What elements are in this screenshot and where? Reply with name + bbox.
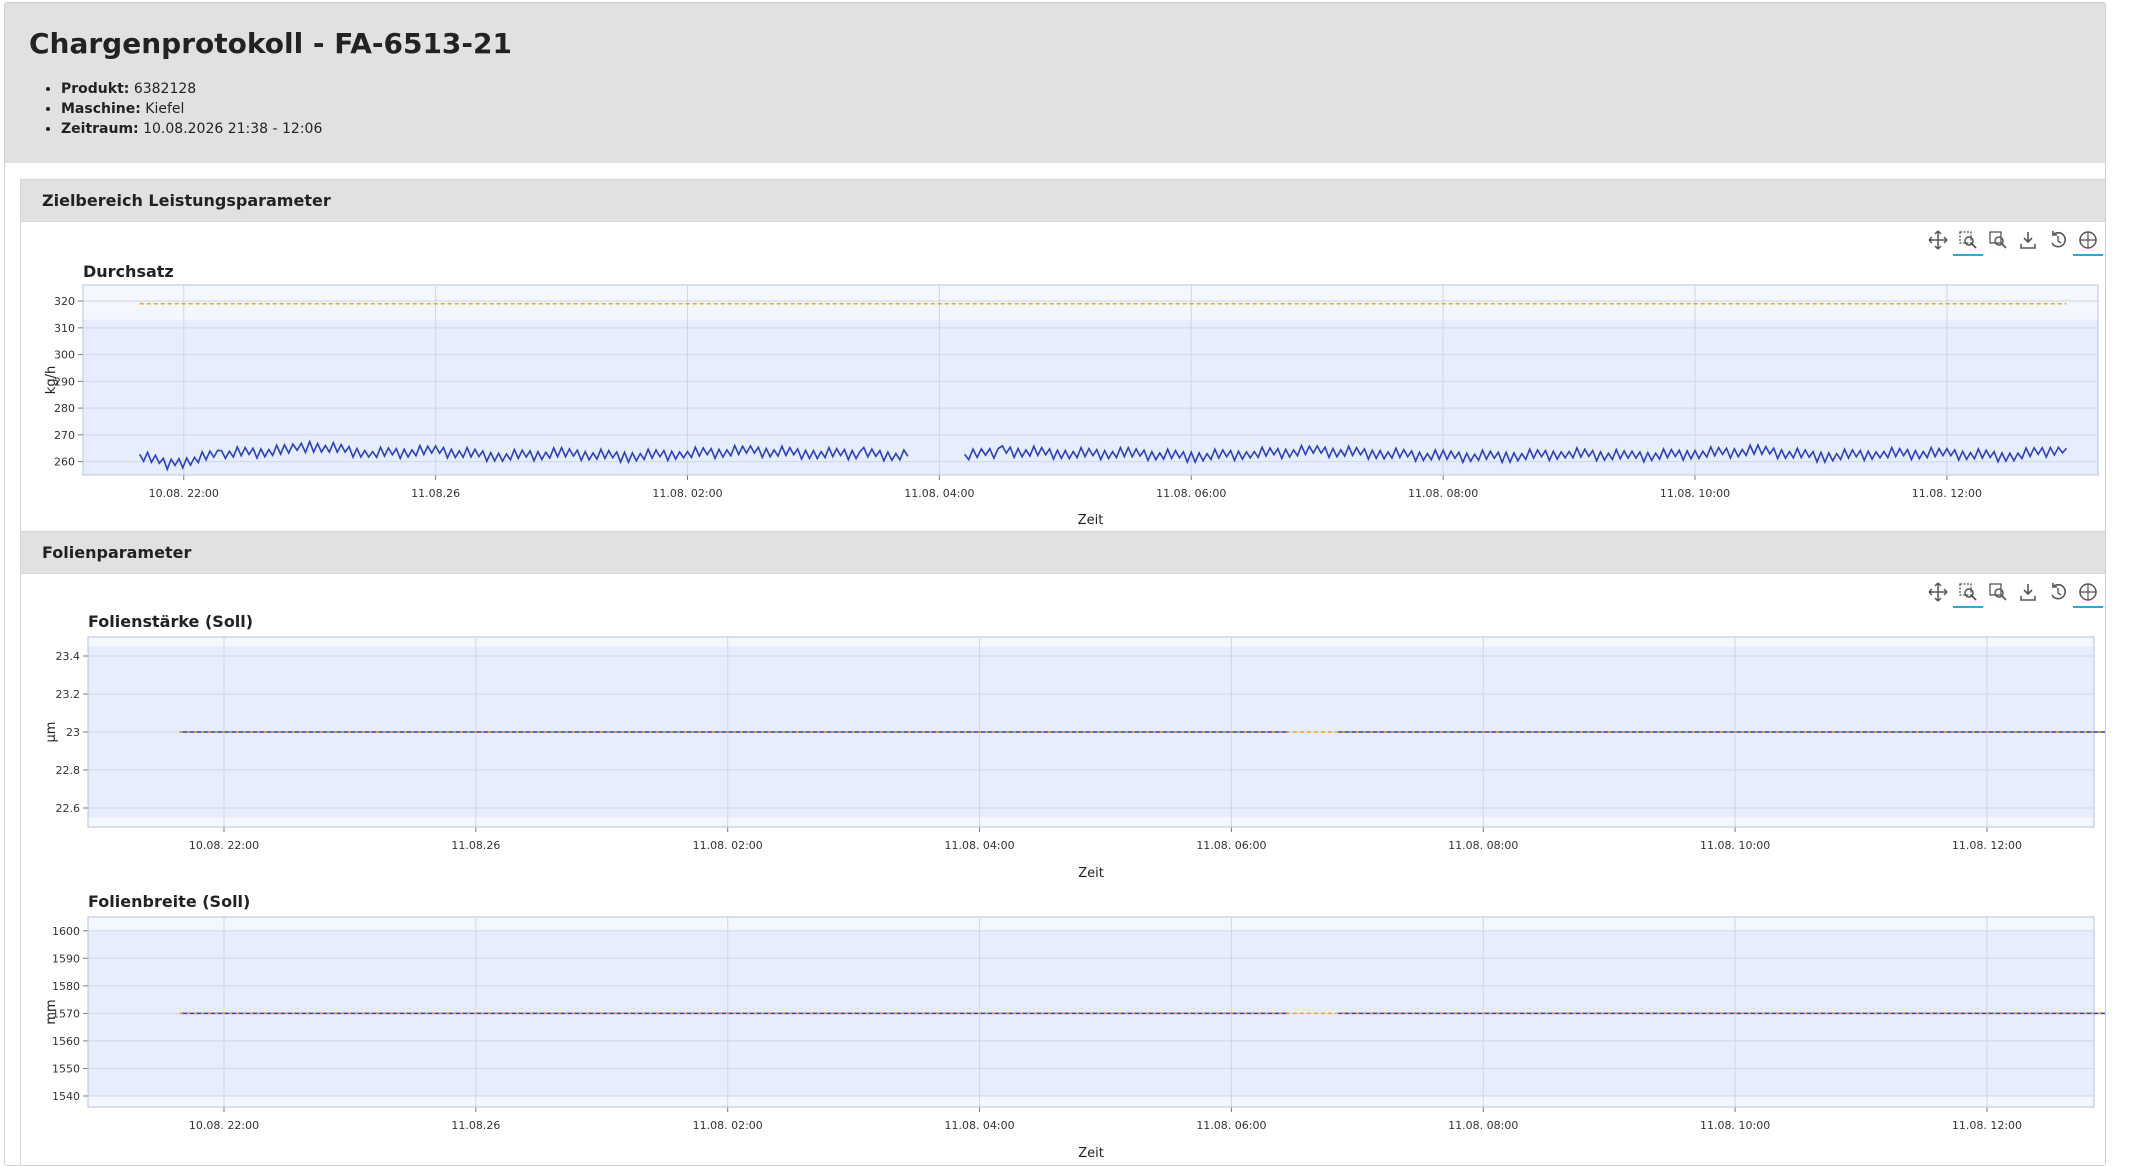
y-tick-label: 270 [54, 429, 75, 442]
band-outside [88, 637, 2094, 647]
wheel-zoom-icon[interactable] [1987, 581, 2009, 603]
chart-title: Folienbreite (Soll) [88, 892, 251, 911]
panel-header: Folienparameter [21, 532, 2105, 574]
chart-toolbar [1927, 229, 2103, 256]
y-tick-label: 1560 [52, 1035, 80, 1048]
panel-title: Zielbereich Leistungsparameter [42, 191, 331, 210]
band-outside [83, 285, 2098, 320]
y-tick-label: 1590 [52, 952, 80, 965]
reset-icon[interactable] [2047, 581, 2069, 603]
y-tick-label: 300 [54, 349, 75, 362]
hover-icon[interactable] [2073, 229, 2103, 256]
y-axis-label: mm [44, 999, 59, 1024]
chart-title: Folienstärke (Soll) [88, 612, 254, 631]
panel-folienparameter: Folienparameter Folienstärke (Soll) 10.0… [20, 531, 2105, 1165]
x-tick-label: 11.08. 10:00 [1700, 839, 1770, 852]
y-tick-label: 310 [54, 322, 75, 335]
y-tick-label: 320 [54, 295, 75, 308]
panel-leistungsparameter: Zielbereich Leistungsparameter Durchsatz… [20, 179, 2105, 533]
x-tick-label: 11.08.26 [411, 487, 460, 500]
x-axis-label: Zeit [1078, 513, 1104, 528]
chart-svg: 10.08. 22:00 11.08.26 11.08. 02:00 11.08. 0… [44, 284, 2099, 528]
x-axis-label: Zeit [1078, 866, 1104, 881]
x-tick-label: 11.08. 04:00 [944, 1119, 1014, 1132]
x-tick-label: 11.08. 02:00 [693, 839, 763, 852]
band-outside [88, 817, 2094, 827]
meta-item-produkt: Produkt: 6382128 [61, 79, 322, 99]
report-meta-list: Produkt: 6382128 Maschine: Kiefel Zeitra… [41, 79, 322, 139]
y-tick-label: 23.2 [56, 688, 81, 701]
meta-item-maschine: Maschine: Kiefel [61, 99, 322, 119]
x-tick-label: 11.08. 06:00 [1196, 839, 1266, 852]
chart-folienbreite: 10.08. 22:00 11.08.26 11.08. 02:00 11.08. 0… [21, 912, 2105, 1165]
y-tick-label: 1600 [52, 925, 80, 938]
x-tick-label: 11.08. 06:00 [1156, 487, 1226, 500]
hover-icon[interactable] [2073, 581, 2103, 608]
reset-icon[interactable] [2047, 229, 2069, 251]
wheel-zoom-icon[interactable] [1987, 229, 2009, 251]
x-tick-label: 11.08. 10:00 [1660, 487, 1730, 500]
report-page: Chargenprotokoll - FA-6513-21 Produkt: 6… [4, 2, 2106, 1166]
pan-icon[interactable] [1927, 581, 1949, 603]
save-icon[interactable] [2017, 229, 2039, 251]
x-tick-label: 11.08. 12:00 [1912, 487, 1982, 500]
x-tick-label: 10.08. 22:00 [149, 487, 219, 500]
chart-durchsatz: 10.08. 22:00 11.08.26 11.08. 02:00 11.08. 0… [21, 280, 2105, 532]
box-zoom-icon[interactable] [1953, 581, 1983, 608]
y-tick-label: 1540 [52, 1090, 80, 1103]
y-tick-label: 22.6 [56, 802, 81, 815]
y-tick-label: 280 [54, 402, 75, 415]
pan-icon[interactable] [1927, 229, 1949, 251]
x-tick-label: 10.08. 22:00 [189, 1119, 259, 1132]
panel-header: Zielbereich Leistungsparameter [21, 180, 2105, 222]
x-tick-label: 10.08. 22:00 [189, 839, 259, 852]
x-tick-label: 11.08. 08:00 [1448, 839, 1518, 852]
y-tick-label: 260 [54, 456, 75, 469]
x-tick-label: 11.08. 04:00 [944, 839, 1014, 852]
x-tick-label: 11.08. 06:00 [1196, 1119, 1266, 1132]
y-axis-label: kg/h [44, 366, 59, 394]
chart-title: Durchsatz [83, 262, 174, 281]
chart-svg: 10.08. 22:00 11.08.26 11.08. 02:00 11.08. 0… [44, 916, 2105, 1161]
x-tick-label: 11.08. 02:00 [693, 1119, 763, 1132]
x-tick-label: 11.08. 12:00 [1952, 1119, 2022, 1132]
panel-title: Folienparameter [42, 543, 192, 562]
chart-svg: 10.08. 22:00 11.08.26 11.08. 02:00 11.08. 0… [44, 636, 2105, 881]
y-tick-label: 1550 [52, 1062, 80, 1075]
box-zoom-icon[interactable] [1953, 229, 1983, 256]
x-axis-label: Zeit [1078, 1146, 1104, 1161]
chart-toolbar [1927, 581, 2103, 608]
x-tick-label: 11.08. 04:00 [904, 487, 974, 500]
y-tick-label: 23.4 [56, 650, 81, 663]
chart-folienstaerke: 10.08. 22:00 11.08.26 11.08. 02:00 11.08. 0… [21, 632, 2105, 887]
x-tick-label: 11.08. 02:00 [652, 487, 722, 500]
x-tick-label: 11.08. 08:00 [1448, 1119, 1518, 1132]
x-tick-label: 11.08.26 [451, 1119, 500, 1132]
y-tick-label: 22.8 [56, 764, 81, 777]
meta-item-zeitraum: Zeitraum: 10.08.2026 21:38 - 12:06 [61, 119, 322, 139]
x-tick-label: 11.08. 10:00 [1700, 1119, 1770, 1132]
page-title: Chargenprotokoll - FA-6513-21 [29, 27, 512, 60]
y-tick-label: 1580 [52, 980, 80, 993]
band-outside [88, 1095, 2094, 1107]
y-tick-label: 23 [66, 726, 80, 739]
band-outside [88, 917, 2094, 931]
save-icon[interactable] [2017, 581, 2039, 603]
report-header: Chargenprotokoll - FA-6513-21 Produkt: 6… [5, 3, 2105, 163]
y-axis-label: μm [44, 722, 59, 743]
x-tick-label: 11.08. 12:00 [1952, 839, 2022, 852]
x-tick-label: 11.08. 08:00 [1408, 487, 1478, 500]
x-tick-label: 11.08.26 [451, 839, 500, 852]
